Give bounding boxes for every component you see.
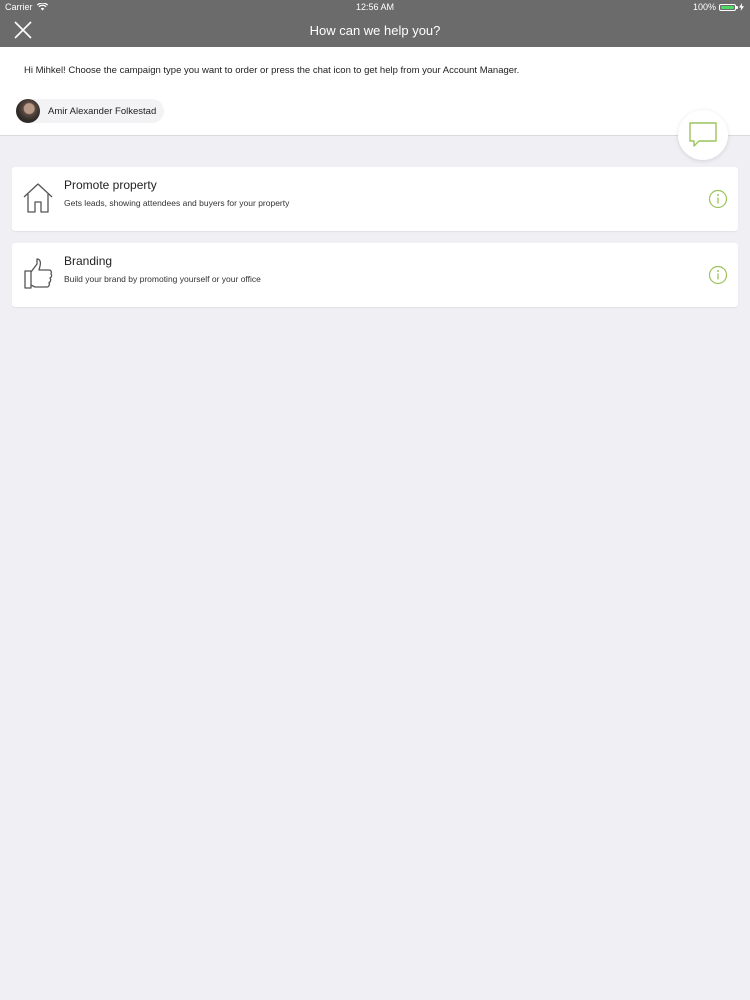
status-time: 12:56 AM [355,2,395,12]
house-icon [23,183,53,213]
info-icon[interactable] [708,265,728,285]
battery-percent: 100% [692,2,716,12]
chat-button[interactable] [678,110,728,160]
campaign-title: Promote property [64,178,157,192]
info-icon[interactable] [708,189,728,209]
campaign-card-branding[interactable]: Branding Build your brand by promoting y… [12,243,738,307]
campaign-card-promote-property[interactable]: Promote property Gets leads, showing att… [12,167,738,231]
campaign-description: Build your brand by promoting yourself o… [64,274,261,284]
thumbs-up-icon [24,258,53,289]
battery-group: 100% [693,2,744,12]
charging-icon [739,3,744,11]
intro-text: Hi Mihkel! Choose the campaign type you … [24,65,520,76]
chat-bubble-icon [689,122,717,147]
account-manager-name: Amir Alexander Folkestad [48,105,157,117]
battery-icon [719,3,738,11]
account-manager-chip[interactable]: Amir Alexander Folkestad [16,99,165,123]
campaign-description: Gets leads, showing attendees and buyers… [64,198,290,208]
intro-panel: Hi Mihkel! Choose the campaign type you … [0,47,750,136]
campaign-title: Branding [64,254,113,268]
avatar [16,99,40,123]
nav-bar: How can we help you? [0,14,750,47]
status-bar: Carrier 12:56 AM 100% [0,0,750,14]
battery-fill [721,5,734,9]
page-title: How can we help you? [309,23,441,38]
